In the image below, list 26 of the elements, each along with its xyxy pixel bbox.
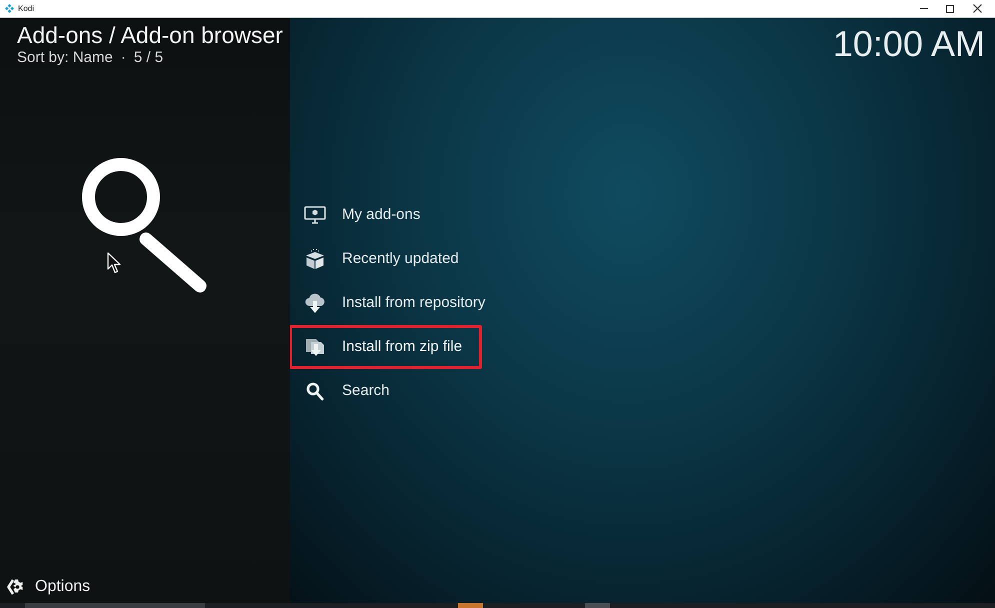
minimize-icon: [920, 8, 928, 9]
clock: 10:00 AM: [832, 22, 985, 66]
menu-item[interactable]: Install from zip file: [289, 325, 482, 369]
file-download-icon: [304, 336, 326, 358]
chevron-gear-icon: [7, 578, 23, 596]
separator: ·: [120, 49, 126, 67]
sort-label: Sort by: Name: [17, 49, 113, 67]
monitor-icon: [304, 206, 326, 224]
open-box-icon: [304, 248, 326, 270]
options-button[interactable]: Options: [7, 578, 90, 596]
taskbar-search-field[interactable]: [25, 603, 205, 608]
search-icon: [306, 382, 324, 400]
page-title: Add-ons / Add-on browser: [17, 21, 283, 49]
maximize-icon: [946, 4, 954, 12]
window-title: Kodi: [18, 4, 34, 14]
menu-item[interactable]: Install from repository: [289, 281, 506, 325]
menu-item[interactable]: My add-ons: [289, 193, 440, 237]
item-count: 5 / 5: [134, 49, 164, 67]
taskbar-app-button[interactable]: [585, 603, 610, 608]
close-icon: [972, 4, 982, 13]
menu-item[interactable]: Search: [289, 369, 410, 413]
app-logo-icon: [5, 4, 14, 13]
menu-item[interactable]: Recently updated: [289, 237, 479, 281]
cloud-download-icon: [304, 292, 326, 314]
mouse-cursor-icon: [107, 252, 121, 274]
taskbar-app-button[interactable]: [458, 603, 483, 608]
